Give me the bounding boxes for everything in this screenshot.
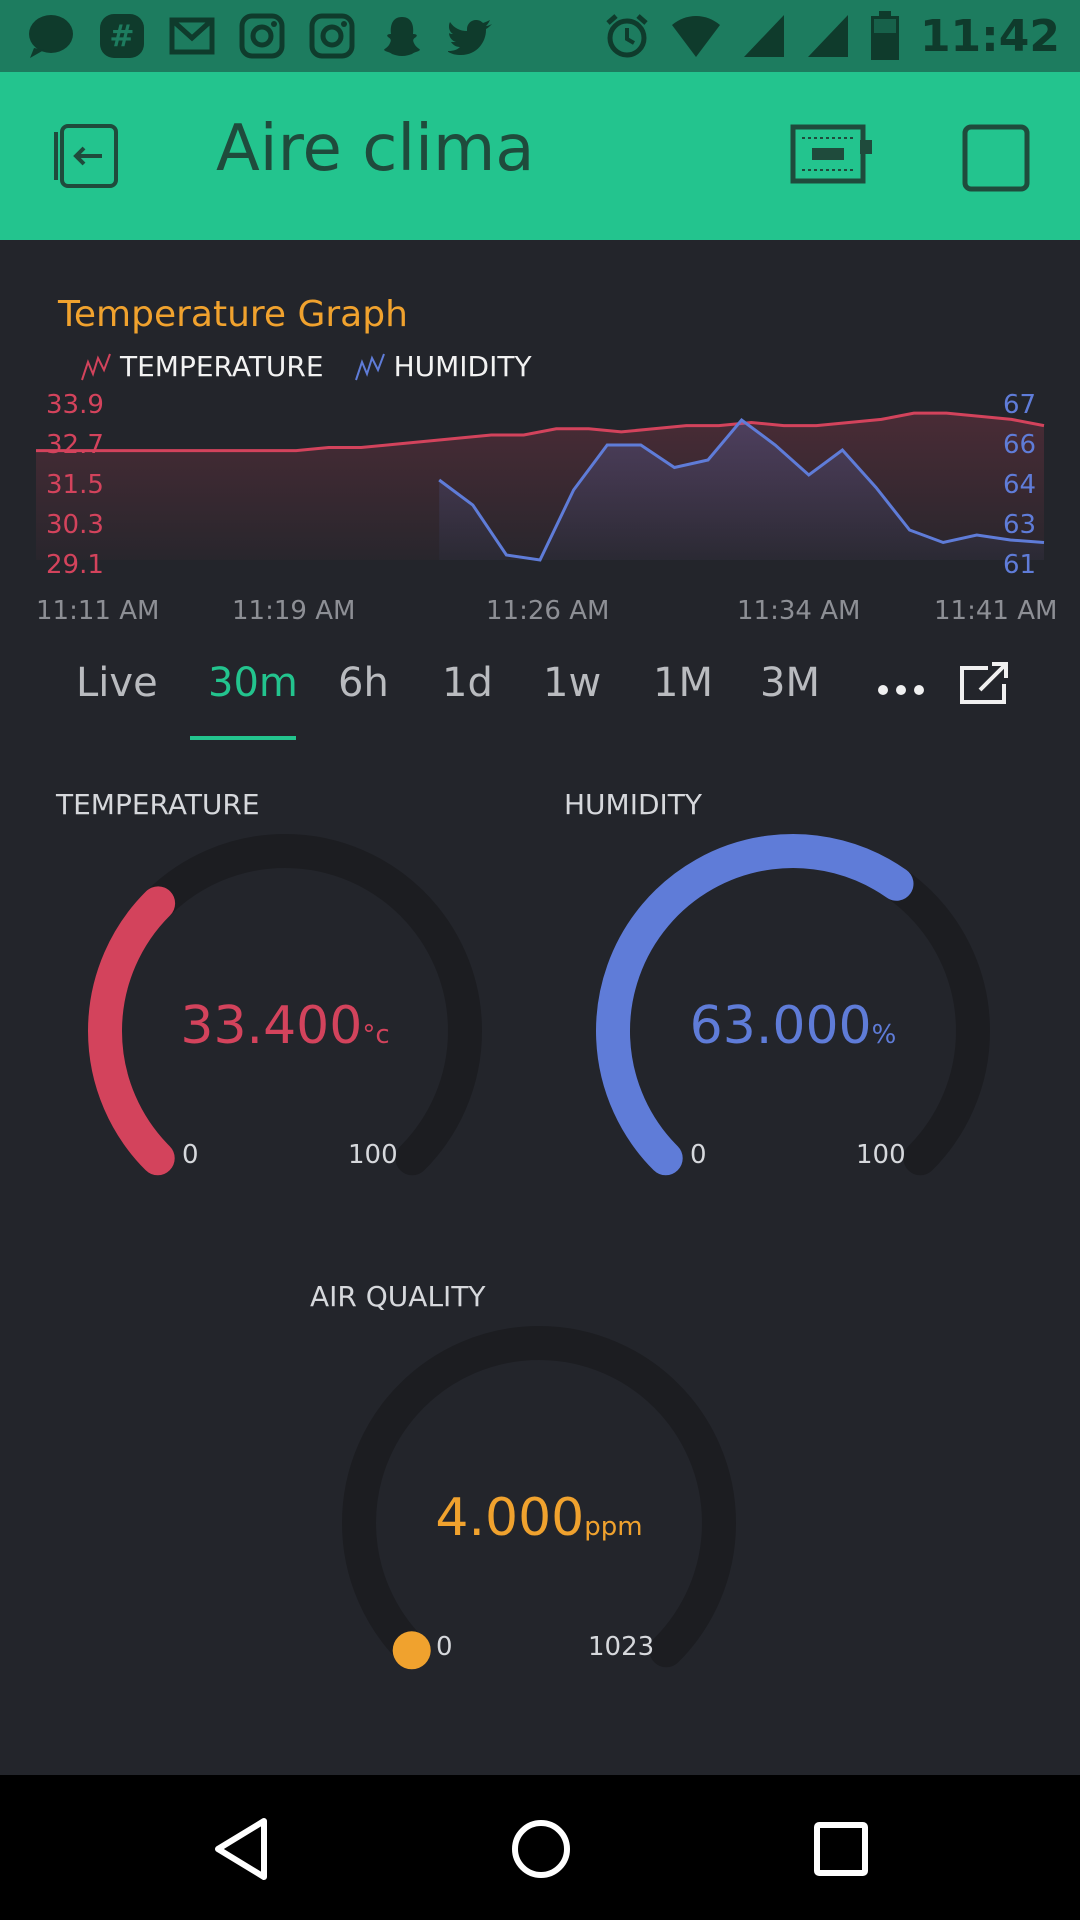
x-tick: 11:41 AM (934, 596, 1058, 626)
home-icon[interactable] (510, 1818, 572, 1880)
y-left-tick: 32.7 (46, 430, 104, 460)
instagram-icon (309, 13, 355, 59)
messenger-icon (29, 15, 73, 58)
gauge-unit: ppm (584, 1512, 643, 1542)
x-tick: 11:34 AM (737, 596, 861, 626)
line-chart-icon (81, 353, 111, 380)
dashboard: Temperature Graph TEMPERATURE HUMIDITY 3… (0, 240, 1080, 1775)
alarm-icon (606, 14, 648, 58)
y-left-tick: 29.1 (46, 550, 104, 580)
navigation-bar (0, 1775, 1080, 1920)
y-right-tick: 63 (1003, 510, 1037, 540)
legend-item-humidity[interactable]: HUMIDITY (354, 350, 532, 383)
more-icon[interactable] (876, 680, 926, 700)
temperature-humidity-chart[interactable] (0, 390, 1080, 570)
gauge-max: 100 (348, 1140, 398, 1170)
legend-item-temperature[interactable]: TEMPERATURE (80, 350, 324, 383)
app-title: Aire clima (216, 112, 535, 186)
y-left-tick: 33.9 (46, 390, 104, 420)
tab-live[interactable]: Live (76, 660, 158, 706)
back-icon[interactable] (212, 1817, 272, 1881)
tab-6h[interactable]: 6h (338, 660, 389, 706)
status-bar: # 11:42 (0, 0, 1080, 72)
app-header: Aire clima (0, 72, 1080, 240)
legend-label: TEMPERATURE (120, 350, 324, 383)
y-left-tick: 31.5 (46, 470, 104, 500)
exit-button[interactable] (48, 122, 120, 194)
x-tick: 11:19 AM (232, 596, 356, 626)
gauge-min: 0 (436, 1632, 453, 1662)
system-icons: 11:42 (604, 0, 1080, 72)
fullscreen-icon[interactable] (958, 660, 1012, 706)
slack-icon: # (100, 14, 144, 58)
graph-legend: TEMPERATURE HUMIDITY (80, 350, 532, 383)
tab-1w[interactable]: 1w (543, 660, 601, 706)
x-tick: 11:11 AM (36, 596, 160, 626)
y-right-tick: 67 (1003, 390, 1037, 420)
stop-icon (962, 124, 1030, 192)
graph-title: Temperature Graph (58, 294, 408, 335)
gauge-value-temperature: 33.400°c (85, 996, 485, 1056)
device-button[interactable] (790, 124, 874, 188)
gauge-value: 4.000 (435, 1488, 585, 1548)
gauge-min: 0 (182, 1140, 199, 1170)
y-left-tick: 30.3 (46, 510, 104, 540)
tab-30m[interactable]: 30m (208, 660, 298, 706)
gauge-unit: % (871, 1020, 897, 1050)
exit-icon (54, 124, 118, 188)
status-time: 11:42 (919, 10, 1060, 62)
gauge-fill (392, 1631, 431, 1670)
gauge-max: 1023 (588, 1632, 655, 1662)
gmail-icon (169, 17, 215, 55)
gauge-label-temperature: TEMPERATURE (56, 788, 260, 821)
gauge-unit: °c (362, 1020, 390, 1050)
time-range-tabs: Live 30m 6h 1d 1w 1M 3M (0, 660, 1080, 770)
signal-icon (743, 15, 784, 57)
y-right-tick: 66 (1003, 430, 1037, 460)
snapchat-icon (384, 17, 420, 56)
gauge-value-humidity: 63.000% (593, 996, 993, 1056)
wifi-icon (671, 16, 720, 57)
gauge-min: 0 (690, 1140, 707, 1170)
y-right-tick: 64 (1003, 470, 1037, 500)
twitter-icon (448, 20, 492, 55)
tab-1d[interactable]: 1d (442, 660, 493, 706)
signal-icon (807, 15, 848, 57)
device-icon (790, 124, 872, 184)
gauge-label-air-quality: AIR QUALITY (310, 1280, 486, 1313)
gauge-value-air-quality: 4.000ppm (339, 1488, 739, 1548)
line-chart-icon (354, 353, 385, 380)
legend-label: HUMIDITY (393, 350, 532, 383)
gauge-value: 63.000 (689, 996, 872, 1056)
x-tick: 11:26 AM (486, 596, 610, 626)
svg-text:#: # (109, 19, 134, 54)
battery-icon (870, 11, 899, 60)
instagram-icon (239, 13, 285, 59)
tab-active-indicator (190, 736, 296, 740)
notification-icons: # (26, 12, 496, 60)
tab-3m[interactable]: 3M (760, 660, 820, 706)
gauge-value: 33.400 (180, 996, 363, 1056)
gauge-label-humidity: HUMIDITY (564, 788, 702, 821)
y-right-tick: 61 (1003, 550, 1037, 580)
recents-icon[interactable] (814, 1822, 868, 1876)
stop-button[interactable] (962, 124, 1030, 196)
gauge-max: 100 (856, 1140, 906, 1170)
tab-1m[interactable]: 1M (653, 660, 713, 706)
